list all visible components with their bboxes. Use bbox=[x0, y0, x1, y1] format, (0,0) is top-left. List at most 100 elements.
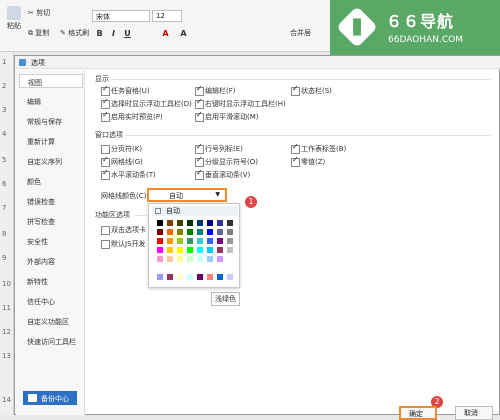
checkbox-row-col-headers[interactable]: 行号列标(E) bbox=[195, 142, 243, 154]
color-swatch[interactable] bbox=[187, 229, 193, 235]
paste-button[interactable]: 粘贴 bbox=[4, 6, 24, 31]
color-swatch[interactable] bbox=[207, 274, 213, 280]
color-swatch[interactable] bbox=[197, 220, 203, 226]
copy-button[interactable]: ⧉ 复制 bbox=[28, 28, 49, 38]
checkbox-gridlines[interactable]: 网格线(G) bbox=[101, 155, 143, 167]
color-swatch[interactable] bbox=[217, 247, 223, 253]
checkbox-status-bar[interactable]: 状态栏(S) bbox=[291, 84, 332, 96]
color-swatch[interactable] bbox=[167, 220, 173, 226]
row-number[interactable]: 5 bbox=[2, 156, 6, 164]
row-number[interactable]: 4 bbox=[2, 130, 6, 138]
color-swatch[interactable] bbox=[177, 274, 183, 280]
color-swatch[interactable] bbox=[197, 274, 203, 280]
merge-center-button[interactable]: 合并居 bbox=[290, 28, 311, 38]
sidebar-item-error-check[interactable]: 错误检查 bbox=[19, 194, 83, 208]
sidebar-item-recalculate[interactable]: 重新计算 bbox=[19, 134, 83, 148]
color-swatch[interactable] bbox=[177, 256, 183, 262]
row-number[interactable]: 6 bbox=[2, 180, 6, 188]
color-swatch[interactable] bbox=[207, 229, 213, 235]
checkbox-sheet-tabs[interactable]: 工作表标签(B) bbox=[291, 142, 346, 154]
sidebar-item-new-features[interactable]: 新特性 bbox=[19, 274, 83, 288]
color-swatch[interactable] bbox=[187, 238, 193, 244]
sidebar-item-trust-center[interactable]: 信任中心 bbox=[19, 294, 83, 308]
ok-button[interactable]: 确定 bbox=[399, 406, 437, 420]
checkbox-v-scrollbar[interactable]: 垂直滚动条(V) bbox=[195, 168, 250, 180]
italic-button[interactable]: I bbox=[108, 28, 119, 39]
checkbox-h-scrollbar[interactable]: 水平滚动条(T) bbox=[101, 168, 156, 180]
color-swatch[interactable] bbox=[187, 274, 193, 280]
row-number[interactable]: 12 bbox=[2, 328, 11, 336]
color-swatch[interactable] bbox=[187, 247, 193, 253]
color-swatch[interactable] bbox=[167, 229, 173, 235]
color-swatch[interactable] bbox=[157, 256, 163, 262]
format-painter-button[interactable]: ✎ 格式刷 bbox=[60, 28, 89, 38]
row-number[interactable]: 1 bbox=[2, 58, 6, 66]
color-swatch[interactable] bbox=[207, 220, 213, 226]
color-swatch[interactable] bbox=[227, 247, 233, 253]
color-swatch[interactable] bbox=[197, 247, 203, 253]
color-swatch[interactable] bbox=[207, 238, 213, 244]
cancel-button[interactable]: 取消 bbox=[455, 406, 493, 420]
backup-center-button[interactable]: 备份中心 bbox=[23, 391, 77, 405]
font-size-select[interactable]: 12 bbox=[152, 10, 182, 22]
row-number[interactable]: 10 bbox=[2, 280, 11, 288]
sidebar-item-edit[interactable]: 编辑 bbox=[19, 94, 83, 108]
row-number[interactable]: 7 bbox=[2, 204, 6, 212]
color-swatch[interactable] bbox=[167, 274, 173, 280]
cut-button[interactable]: ✂ 剪切 bbox=[28, 8, 50, 18]
underline-button[interactable]: U bbox=[122, 28, 133, 39]
color-swatch[interactable] bbox=[187, 256, 193, 262]
row-number[interactable]: 9 bbox=[2, 254, 6, 262]
color-swatch[interactable] bbox=[197, 229, 203, 235]
sidebar-item-customize-ribbon[interactable]: 自定义功能区 bbox=[19, 314, 83, 328]
color-swatch[interactable] bbox=[227, 238, 233, 244]
row-number[interactable]: 8 bbox=[2, 230, 6, 238]
font-select[interactable]: 宋体 bbox=[92, 10, 150, 22]
sidebar-item-view[interactable]: 视图 bbox=[19, 74, 83, 88]
color-swatch[interactable] bbox=[157, 220, 163, 226]
color-swatch[interactable] bbox=[217, 229, 223, 235]
color-swatch[interactable] bbox=[197, 256, 203, 262]
sidebar-item-general-save[interactable]: 常规与保存 bbox=[19, 114, 83, 128]
checkbox-page-breaks[interactable]: 分页符(K) bbox=[101, 144, 142, 154]
checkbox-formula-bar[interactable]: 编辑栏(F) bbox=[195, 84, 236, 96]
color-swatch[interactable] bbox=[197, 238, 203, 244]
row-number[interactable]: 2 bbox=[2, 82, 6, 90]
highlight-button[interactable]: A bbox=[178, 28, 189, 39]
font-color-button[interactable]: A bbox=[160, 28, 171, 39]
checkbox-float-toolbar-rightclick[interactable]: 右键时显示浮动工具栏(H) bbox=[195, 97, 286, 109]
row-number[interactable]: 14 bbox=[2, 396, 11, 404]
color-swatch[interactable] bbox=[167, 238, 173, 244]
row-number[interactable]: 11 bbox=[2, 304, 11, 312]
color-swatch[interactable] bbox=[177, 238, 183, 244]
color-swatch[interactable] bbox=[227, 256, 233, 262]
color-swatch[interactable] bbox=[177, 247, 183, 253]
color-swatch[interactable] bbox=[227, 220, 233, 226]
color-swatch[interactable] bbox=[207, 256, 213, 262]
color-swatch[interactable] bbox=[227, 274, 233, 280]
checkbox-zero-values[interactable]: 零值(Z) bbox=[291, 155, 325, 167]
checkbox-task-pane[interactable]: 任务窗格(U) bbox=[101, 84, 150, 96]
color-swatch[interactable] bbox=[177, 229, 183, 235]
checkbox-live-preview[interactable]: 启用实时预览(P) bbox=[101, 110, 163, 122]
sidebar-item-external-content[interactable]: 外部内容 bbox=[19, 254, 83, 268]
sidebar-item-color[interactable]: 颜色 bbox=[19, 174, 83, 188]
gridline-color-select[interactable]: 自动 ▼ bbox=[147, 188, 227, 202]
checkbox-default-js[interactable]: 默认JS开发 bbox=[101, 239, 146, 249]
color-swatch[interactable] bbox=[157, 238, 163, 244]
sidebar-item-custom-list[interactable]: 自定义序列 bbox=[19, 154, 83, 168]
color-swatch[interactable] bbox=[217, 238, 223, 244]
color-swatch[interactable] bbox=[187, 220, 193, 226]
checkbox-smooth-scroll[interactable]: 启用平滑滚动(M) bbox=[195, 110, 259, 122]
color-swatch[interactable] bbox=[217, 274, 223, 280]
palette-auto-option[interactable]: 自动 bbox=[152, 206, 238, 216]
color-swatch[interactable] bbox=[157, 274, 163, 280]
color-swatch[interactable] bbox=[177, 220, 183, 226]
sidebar-item-security[interactable]: 安全性 bbox=[19, 234, 83, 248]
color-swatch[interactable] bbox=[167, 247, 173, 253]
row-number[interactable]: 3 bbox=[2, 106, 6, 114]
color-swatch[interactable] bbox=[157, 229, 163, 235]
checkbox-outline-symbols[interactable]: 分级显示符号(O) bbox=[195, 155, 258, 167]
color-swatch[interactable] bbox=[227, 229, 233, 235]
checkbox-double-click-tab[interactable]: 双击选项卡 bbox=[101, 225, 146, 235]
